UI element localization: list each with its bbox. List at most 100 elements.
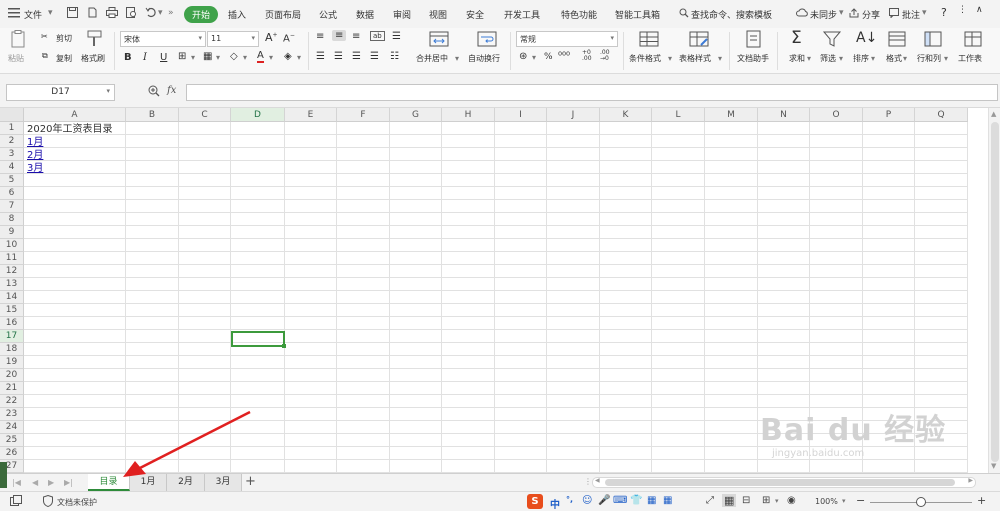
last-sheet-icon[interactable]: ▶| xyxy=(64,478,73,487)
tab-home[interactable]: 开始 xyxy=(184,6,219,23)
horizontal-scroll-thumb[interactable] xyxy=(605,479,955,486)
row-header-11[interactable]: 11 xyxy=(0,252,24,265)
zoom-in-icon[interactable]: + xyxy=(977,494,986,507)
chevron-down-icon[interactable]: ▾ xyxy=(106,87,110,95)
decrease-decimal-icon[interactable]: .00 →0 xyxy=(600,50,610,62)
format-icon[interactable] xyxy=(886,30,908,48)
chevron-down-icon[interactable]: ▾ xyxy=(455,54,459,63)
chevron-down-icon[interactable]: ▾ xyxy=(216,53,220,62)
sheet-tab-directory[interactable]: 目录 xyxy=(88,474,130,491)
doc-assistant-button[interactable]: 文档助手 xyxy=(737,53,769,64)
microphone-icon[interactable]: 🎤 xyxy=(598,495,610,506)
eye-protection-icon[interactable]: ◉ xyxy=(787,495,796,506)
column-header-m[interactable]: M xyxy=(705,108,758,122)
tab-security[interactable]: 安全 xyxy=(466,8,484,21)
column-header-a[interactable]: A xyxy=(24,108,126,122)
wrap-icon[interactable]: ☰ xyxy=(392,31,401,42)
row-header-23[interactable]: 23 xyxy=(0,408,24,421)
distributed-icon[interactable]: ☷ xyxy=(390,51,399,62)
horizontal-scrollbar[interactable]: ◀ ▶ xyxy=(592,477,976,488)
save-icon[interactable] xyxy=(67,7,78,18)
undo-icon[interactable] xyxy=(145,7,156,18)
number-format-select[interactable]: 常规 ▾ xyxy=(516,31,618,47)
active-cell[interactable] xyxy=(231,331,286,348)
row-header-19[interactable]: 19 xyxy=(0,356,24,369)
fullscreen-icon[interactable]: ⤢ xyxy=(706,495,714,506)
row-header-26[interactable]: 26 xyxy=(0,447,24,460)
cell-a3-link[interactable]: 2月 xyxy=(27,149,43,162)
tab-splitter-icon[interactable]: ⋮ xyxy=(584,477,592,486)
hamburger-menu-icon[interactable] xyxy=(8,7,20,19)
table-style-icon[interactable] xyxy=(688,30,710,48)
formula-input[interactable] xyxy=(186,84,998,101)
cell-style-icon[interactable]: ▦ xyxy=(203,51,212,62)
row-header-12[interactable]: 12 xyxy=(0,265,24,278)
column-header-e[interactable]: E xyxy=(285,108,337,122)
tab-features[interactable]: 特色功能 xyxy=(561,8,597,21)
share-icon[interactable] xyxy=(849,8,859,18)
align-middle-icon[interactable]: ≡ xyxy=(332,30,347,41)
row-header-7[interactable]: 7 xyxy=(0,200,24,213)
side-panel-handle[interactable] xyxy=(0,462,7,488)
align-right-icon[interactable]: ☰ xyxy=(352,51,361,62)
sort-icon[interactable]: A↓ xyxy=(856,30,877,46)
bold-icon[interactable]: B xyxy=(124,52,132,63)
border-icon[interactable]: ⊞ xyxy=(178,51,186,62)
row-header-21[interactable]: 21 xyxy=(0,382,24,395)
row-header-13[interactable]: 13 xyxy=(0,278,24,291)
sort-button[interactable]: 排序 xyxy=(853,53,869,64)
emoji-icon[interactable]: ☺ xyxy=(582,495,592,506)
scroll-left-icon[interactable]: ◀ xyxy=(595,477,600,484)
underline-icon[interactable]: U xyxy=(160,52,167,63)
font-name-select[interactable]: 宋体 ▾ xyxy=(120,31,206,47)
row-header-2[interactable]: 2 xyxy=(0,135,24,148)
column-header-o[interactable]: O xyxy=(810,108,863,122)
ime-menu-icon[interactable]: ▦ xyxy=(663,495,672,506)
paste-icon[interactable] xyxy=(8,30,30,48)
row-header-24[interactable]: 24 xyxy=(0,421,24,434)
chevron-down-icon[interactable]: ▾ xyxy=(903,54,907,63)
fill-color-icon[interactable]: ◇ xyxy=(230,51,238,62)
row-header-22[interactable]: 22 xyxy=(0,395,24,408)
select-all-corner[interactable] xyxy=(0,108,24,122)
column-header-p[interactable]: P xyxy=(863,108,915,122)
italic-icon[interactable]: I xyxy=(143,52,147,63)
row-header-17[interactable]: 17 xyxy=(0,330,24,343)
zoom-slider-thumb[interactable] xyxy=(916,497,926,507)
name-box[interactable]: D17 ▾ xyxy=(6,84,115,101)
chevron-down-icon[interactable]: ▾ xyxy=(775,497,779,505)
copy-button[interactable]: 复制 xyxy=(56,53,72,64)
tab-page-layout[interactable]: 页面布局 xyxy=(265,8,301,21)
row-header-6[interactable]: 6 xyxy=(0,187,24,200)
scroll-down-icon[interactable]: ▼ xyxy=(991,462,996,470)
scroll-up-icon[interactable]: ▲ xyxy=(991,110,996,118)
format-painter-icon[interactable] xyxy=(84,30,106,48)
worksheet-icon[interactable] xyxy=(962,30,984,48)
wrap-text-icon[interactable] xyxy=(476,30,498,48)
conditional-format-button[interactable]: 条件格式 xyxy=(629,53,661,64)
menu-file[interactable]: 文件 xyxy=(24,8,42,21)
add-sheet-button[interactable]: + xyxy=(245,474,256,489)
table-style-button[interactable]: 表格样式 xyxy=(679,53,711,64)
first-sheet-icon[interactable]: |◀ xyxy=(12,478,21,487)
chevron-down-icon[interactable]: ▾ xyxy=(243,53,247,62)
column-header-d[interactable]: D xyxy=(231,108,285,122)
align-left-icon[interactable]: ☰ xyxy=(316,51,325,62)
export-pdf-icon[interactable] xyxy=(87,7,98,18)
zoom-out-icon[interactable]: − xyxy=(856,494,865,507)
font-color-icon[interactable]: A xyxy=(257,51,264,63)
filter-button[interactable]: 筛选 xyxy=(820,53,836,64)
zoom-formula-icon[interactable] xyxy=(148,85,160,100)
zoom-level[interactable]: 100% xyxy=(815,497,838,506)
chevron-down-icon[interactable]: ▾ xyxy=(807,54,811,63)
sheet-tab-jan[interactable]: 1月 xyxy=(130,474,167,491)
document-protection-status[interactable]: 文档未保护 xyxy=(57,497,97,508)
column-header-b[interactable]: B xyxy=(126,108,179,122)
sync-status[interactable]: 未同步 xyxy=(810,8,837,21)
justify-icon[interactable]: ☰ xyxy=(370,51,379,62)
doc-assistant-icon[interactable] xyxy=(743,30,765,48)
row-header-1[interactable]: 1 xyxy=(0,122,24,135)
next-sheet-icon[interactable]: ▶ xyxy=(48,478,54,487)
column-header-k[interactable]: K xyxy=(600,108,652,122)
cut-icon[interactable]: ✂ xyxy=(41,32,48,41)
